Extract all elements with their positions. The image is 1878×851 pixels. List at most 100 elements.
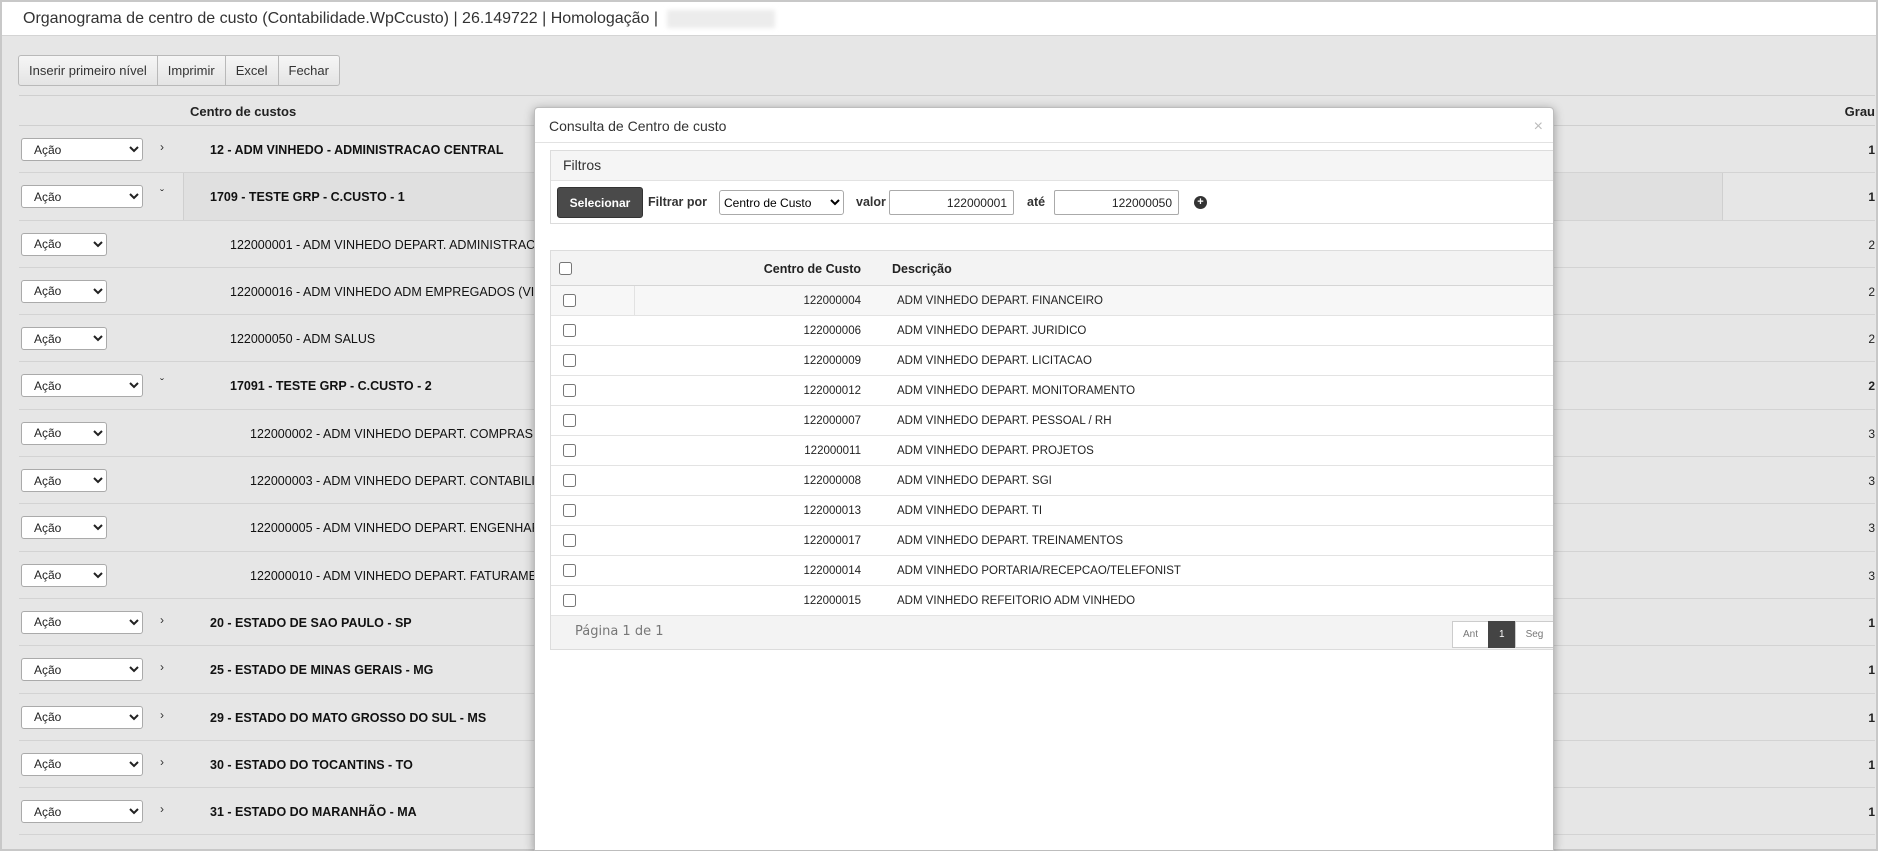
tree-row-grau: 1	[1868, 615, 1875, 630]
table-row[interactable]: 122000012 ADM VINHEDO DEPART. MONITORAMEN…	[551, 376, 1553, 406]
table-row[interactable]: 122000006 ADM VINHEDO DEPART. JURIDICO	[551, 316, 1553, 346]
action-select[interactable]: Ação	[21, 327, 107, 351]
chevron-right-icon[interactable]: ›	[155, 660, 169, 674]
chevron-right-icon[interactable]: ›	[155, 613, 169, 627]
row-checkbox[interactable]	[563, 444, 576, 457]
action-select[interactable]: Ação	[21, 421, 107, 445]
row-checkbox[interactable]	[563, 594, 576, 607]
until-label: até	[1027, 195, 1046, 209]
row-description: ADM VINHEDO PORTARIA/RECEPCAO/TELEFONIST	[897, 565, 1181, 577]
column-divider	[634, 286, 635, 315]
action-select[interactable]: Ação	[21, 705, 143, 729]
tree-row-grau: 3	[1868, 521, 1875, 536]
pager-text: Página 1 de 1	[575, 624, 664, 639]
action-select[interactable]: Ação	[21, 752, 143, 776]
toolbar: Inserir primeiro nível Imprimir Excel Fe…	[18, 55, 340, 86]
chevron-right-icon[interactable]: ›	[155, 802, 169, 816]
filter-by-select[interactable]: Centro de Custo	[719, 190, 844, 215]
value-to-input[interactable]	[1054, 190, 1179, 215]
action-select[interactable]: Ação	[21, 469, 107, 493]
close-button[interactable]: Fechar	[277, 55, 340, 86]
row-checkbox[interactable]	[563, 564, 576, 577]
excel-button[interactable]: Excel	[224, 55, 279, 86]
pager-next-button[interactable]: Seg	[1514, 621, 1553, 648]
row-checkbox[interactable]	[563, 294, 576, 307]
tree-row-label: 122000005 - ADM VINHEDO DEPART. ENGENHAR…	[250, 521, 553, 536]
tree-row-grau: 2	[1868, 332, 1875, 347]
table-row[interactable]: 122000008 ADM VINHEDO DEPART. SGI	[551, 466, 1553, 496]
table-row[interactable]: 122000013 ADM VINHEDO DEPART. TI	[551, 496, 1553, 526]
tree-row-grau: 3	[1868, 426, 1875, 441]
results-grid: Centro de Custo Descrição 122000004 ADM V…	[550, 250, 1553, 650]
chevron-right-icon[interactable]: ›	[155, 755, 169, 769]
action-select[interactable]: Ação	[21, 563, 107, 587]
row-description: ADM VINHEDO DEPART. TI	[897, 505, 1043, 517]
row-description: ADM VINHEDO DEPART. PESSOAL / RH	[897, 415, 1112, 427]
table-row[interactable]: 122000015 ADM VINHEDO REFEITORIO ADM VINH…	[551, 586, 1553, 616]
plus-circle-icon[interactable]: +	[1194, 196, 1207, 209]
pager-buttons: Ant 1 Seg	[1452, 621, 1553, 648]
header-grau: Grau	[1844, 104, 1875, 119]
filters-panel: Filtros Selecionar Filtrar por Centro de…	[550, 150, 1553, 224]
row-code: 122000011	[804, 445, 861, 457]
pager-prev-button[interactable]: Ant	[1452, 621, 1490, 648]
action-select[interactable]: Ação	[21, 800, 143, 824]
row-description: ADM VINHEDO DEPART. MONITORAMENTO	[897, 385, 1136, 397]
print-button[interactable]: Imprimir	[156, 55, 226, 86]
table-row[interactable]: 122000017 ADM VINHEDO DEPART. TREINAMENTO…	[551, 526, 1553, 556]
tree-row-grau: 2	[1868, 379, 1875, 394]
action-select[interactable]: Ação	[21, 279, 107, 303]
action-select[interactable]: Ação	[21, 232, 107, 256]
action-select[interactable]: Ação	[21, 610, 143, 634]
action-select[interactable]: Ação	[21, 374, 143, 398]
row-description: ADM VINHEDO DEPART. TREINAMENTOS	[897, 535, 1123, 547]
tree-row-label: 122000016 - ADM VINHEDO ADM EMPREGADOS (…	[230, 284, 561, 299]
tree-row-grau: 2	[1868, 284, 1875, 299]
window-title: Organograma de centro de custo (Contabil…	[23, 10, 659, 27]
table-row[interactable]: 122000014 ADM VINHEDO PORTARIA/RECEPCAO/T…	[551, 556, 1553, 586]
action-select[interactable]: Ação	[21, 658, 143, 682]
tree-row-label: 1709 - TESTE GRP - C.CUSTO - 1	[210, 190, 405, 205]
tree-row-label: 122000001 - ADM VINHEDO DEPART. ADMINIST…	[230, 237, 554, 252]
redacted-user	[666, 9, 775, 28]
select-button[interactable]: Selecionar	[557, 187, 643, 218]
action-select[interactable]: Ação	[21, 516, 107, 540]
value-from-input[interactable]	[889, 190, 1014, 215]
table-row[interactable]: 122000007 ADM VINHEDO DEPART. PESSOAL / R…	[551, 406, 1553, 436]
row-checkbox[interactable]	[563, 414, 576, 427]
tree-row-grau: 3	[1868, 568, 1875, 583]
tree-row-grau: 1	[1868, 710, 1875, 725]
tree-row-label: 20 - ESTADO DE SAO PAULO - SP	[210, 615, 412, 630]
action-select[interactable]: Ação	[21, 138, 143, 161]
table-row[interactable]: 122000004 ADM VINHEDO DEPART. FINANCEIRO	[551, 286, 1553, 316]
chevron-down-icon[interactable]: ˇ	[155, 376, 169, 390]
chevron-down-icon[interactable]: ˇ	[155, 187, 169, 201]
row-code: 122000015	[803, 595, 861, 607]
tree-row-label: 12 - ADM VINHEDO - ADMINISTRACAO CENTRAL	[210, 143, 504, 157]
table-row[interactable]: 122000011 ADM VINHEDO DEPART. PROJETOS	[551, 436, 1553, 466]
row-description: ADM VINHEDO DEPART. SGI	[897, 475, 1052, 487]
tree-row-label: 122000002 - ADM VINHEDO DEPART. COMPRAS	[250, 426, 533, 441]
row-code: 122000006	[803, 325, 861, 337]
tree-row-grau: 3	[1868, 474, 1875, 489]
chevron-right-icon[interactable]: ›	[155, 140, 169, 154]
tree-row-grau: 1	[1868, 805, 1875, 820]
filter-by-label: Filtrar por	[648, 195, 708, 209]
pager: Página 1 de 1 Ant 1 Seg	[551, 616, 1553, 649]
pager-page-button[interactable]: 1	[1488, 621, 1516, 648]
row-checkbox[interactable]	[563, 324, 576, 337]
tree-row-grau: 1	[1868, 143, 1875, 157]
row-checkbox[interactable]	[563, 534, 576, 547]
chevron-right-icon[interactable]: ›	[155, 708, 169, 722]
row-checkbox[interactable]	[563, 354, 576, 367]
row-checkbox[interactable]	[563, 474, 576, 487]
tree-row-grau: 1	[1868, 757, 1875, 772]
select-all-checkbox[interactable]	[559, 262, 572, 275]
modal-title: Consulta de Centro de custo	[549, 118, 727, 134]
insert-first-level-button[interactable]: Inserir primeiro nível	[18, 55, 158, 86]
action-select[interactable]: Ação	[21, 185, 143, 209]
row-checkbox[interactable]	[563, 504, 576, 517]
close-icon[interactable]: ×	[1534, 118, 1543, 136]
table-row[interactable]: 122000009 ADM VINHEDO DEPART. LICITACAO	[551, 346, 1553, 376]
row-checkbox[interactable]	[563, 384, 576, 397]
